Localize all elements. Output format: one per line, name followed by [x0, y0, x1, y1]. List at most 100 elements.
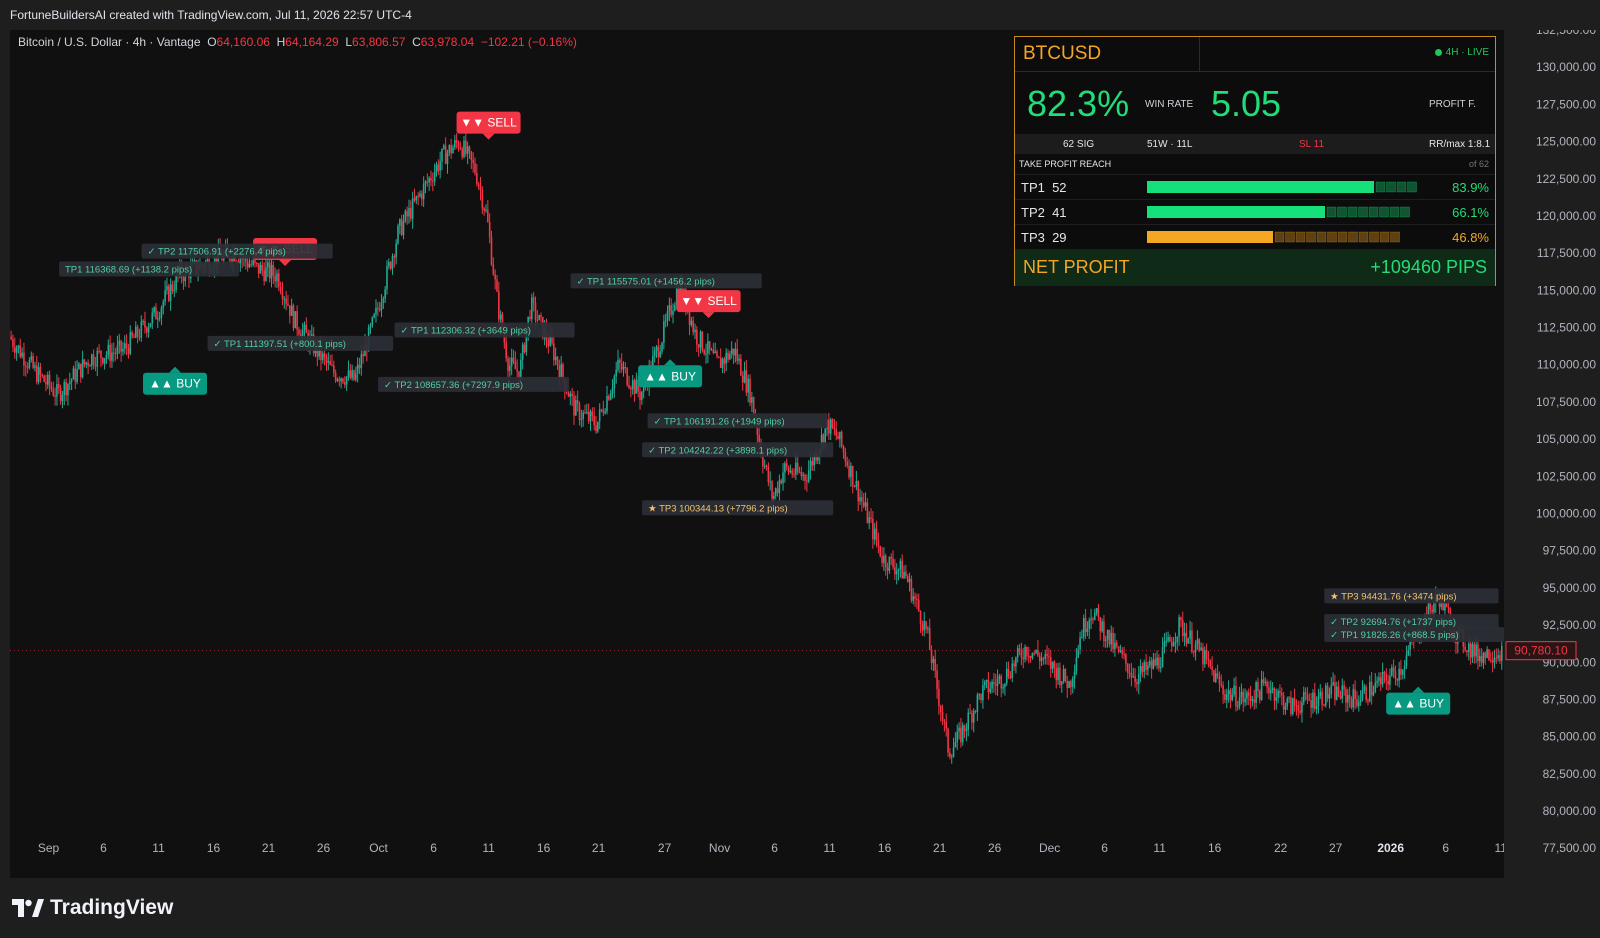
candle — [327, 352, 330, 371]
tp-label-text: ✓ TP1 112306.32 (+3649 pips) — [401, 326, 531, 337]
candle — [723, 356, 726, 374]
candle — [1049, 649, 1052, 678]
candle — [523, 342, 526, 354]
candle — [895, 563, 898, 585]
candle — [378, 301, 381, 312]
candle — [1046, 645, 1048, 665]
candle — [1181, 611, 1184, 642]
candle — [1020, 642, 1023, 666]
logo-text: TradingView — [50, 896, 174, 919]
candle — [752, 396, 755, 415]
candle — [127, 343, 130, 359]
tradingview-logo-icon — [12, 899, 44, 917]
time-tick-label: 6 — [1442, 841, 1449, 855]
candle — [1038, 652, 1041, 670]
candle — [765, 464, 768, 471]
candle — [344, 376, 346, 389]
price-tick-label: 120,000.00 — [1536, 209, 1596, 223]
candle — [1156, 650, 1158, 670]
candle — [305, 317, 308, 334]
candle — [807, 460, 810, 484]
candle — [741, 371, 744, 391]
panel-divider — [1015, 71, 1495, 72]
candle — [597, 421, 599, 434]
candle — [466, 141, 469, 165]
time-tick-label: 6 — [100, 841, 107, 855]
time-tick-label: 21 — [592, 841, 606, 855]
buy-signal-badge[interactable]: ▲▲ BUY — [143, 366, 208, 395]
candle — [1189, 620, 1191, 645]
candle — [406, 206, 408, 225]
candle — [1103, 615, 1105, 648]
candle — [613, 374, 616, 398]
buy-signal-badge[interactable]: ▲▲ BUY — [638, 359, 703, 388]
candle — [628, 375, 630, 390]
candle — [1161, 637, 1164, 668]
candle — [1084, 608, 1087, 640]
candle — [1381, 662, 1384, 688]
candle — [974, 710, 977, 714]
candle — [105, 351, 108, 364]
candle — [1037, 639, 1039, 658]
price-tick-label: 132,500.00 — [1536, 30, 1596, 37]
time-tick-label: 6 — [430, 841, 437, 855]
candle — [1326, 682, 1329, 703]
candle — [1095, 608, 1098, 616]
candle — [1229, 688, 1232, 709]
candle — [1121, 647, 1124, 659]
candle — [609, 389, 612, 401]
candle — [1319, 684, 1322, 699]
candle — [114, 347, 117, 361]
price-tick-label: 115,000.00 — [1537, 283, 1596, 297]
tp3-percent: 46.8% — [1452, 230, 1489, 245]
candle — [993, 672, 995, 693]
candle — [1159, 657, 1162, 673]
high-label: H — [276, 35, 286, 49]
candle — [578, 401, 581, 426]
candle — [1324, 682, 1327, 708]
candle — [83, 358, 86, 368]
candle — [325, 353, 328, 371]
candle — [875, 520, 878, 548]
candle — [925, 620, 927, 634]
buy-signal-badge[interactable]: ▲▲ BUY — [1386, 686, 1451, 715]
candle — [1128, 663, 1131, 679]
candle — [921, 620, 924, 636]
candle — [342, 377, 344, 385]
candle — [848, 459, 850, 480]
candle — [954, 732, 957, 748]
time-tick-label: Sep — [38, 841, 60, 855]
candle — [1114, 633, 1116, 657]
candle — [474, 157, 476, 176]
price-axis[interactable]: 132,500.00 130,000.00 127,500.00 125,000.00… — [1504, 23, 1600, 878]
candle — [996, 669, 999, 696]
candle — [664, 313, 667, 328]
progress-segment — [1306, 231, 1316, 243]
candle — [452, 144, 454, 154]
candle — [604, 407, 606, 415]
candle — [1209, 659, 1212, 670]
close-label: C — [412, 35, 421, 49]
time-tick-label: 16 — [537, 841, 551, 855]
candle — [554, 347, 557, 366]
candle — [1321, 687, 1323, 711]
candle — [1042, 656, 1045, 665]
candle — [800, 466, 803, 480]
candle — [294, 311, 297, 329]
candle — [1225, 688, 1228, 709]
candle — [118, 334, 121, 354]
candle — [98, 344, 100, 354]
candle — [740, 354, 742, 376]
time-tick-label: 16 — [207, 841, 221, 855]
candle — [1147, 661, 1149, 676]
candle — [1356, 691, 1358, 709]
candle — [952, 737, 955, 758]
candle — [404, 209, 407, 224]
candle — [107, 339, 110, 360]
candle — [877, 532, 880, 554]
candle — [696, 326, 698, 353]
candle — [1431, 605, 1433, 616]
candle — [1081, 629, 1083, 639]
tradingview-logo[interactable]: TradingView — [12, 896, 173, 920]
candle — [806, 474, 808, 492]
